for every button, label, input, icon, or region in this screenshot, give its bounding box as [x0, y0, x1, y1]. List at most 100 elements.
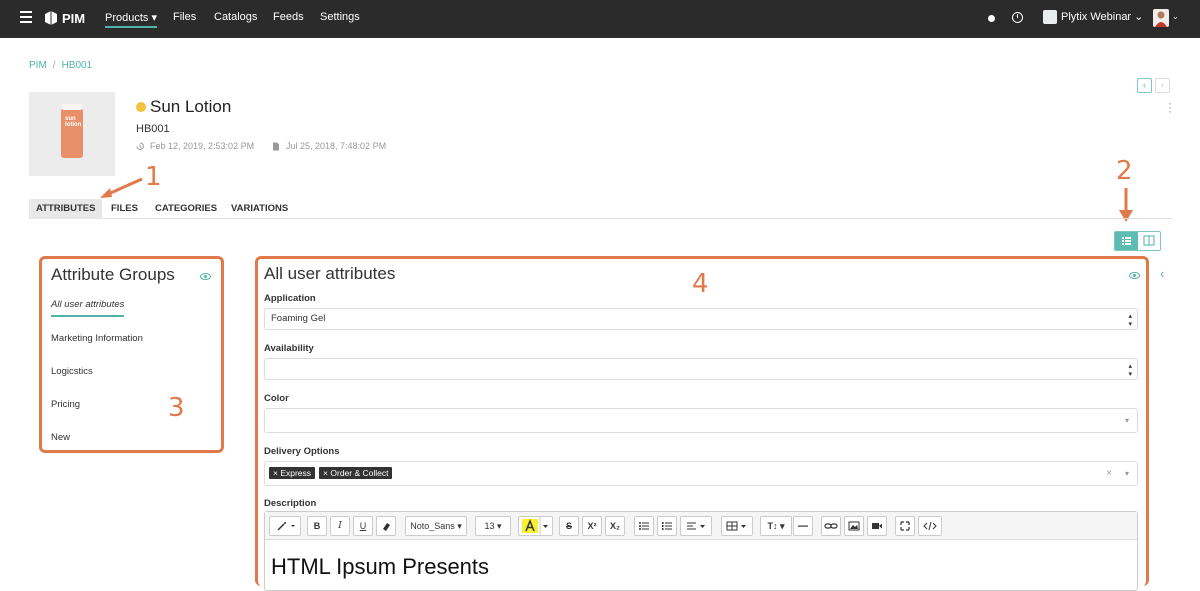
chevron-down-icon: ▾ [1124, 416, 1129, 425]
user-avatar-icon [1155, 11, 1167, 27]
split-view-icon [1143, 235, 1155, 246]
text-size-button[interactable]: T↕ ▾ [760, 516, 792, 536]
user-attributes-title: All user attributes [264, 264, 396, 283]
numbered-list-button[interactable] [657, 516, 677, 536]
application-value: Foaming Gel [271, 313, 326, 324]
description-content[interactable]: HTML Ipsum Presents [271, 554, 489, 580]
font-family-value: Noto_Sans [410, 521, 455, 531]
chevron-down-icon[interactable]: ⌄ [1172, 12, 1179, 21]
eye-icon[interactable] [1129, 272, 1140, 279]
nav-feeds[interactable]: Feeds [273, 11, 304, 23]
align-button[interactable] [680, 516, 712, 536]
code-view-button[interactable] [918, 516, 942, 536]
image-button[interactable] [844, 516, 864, 536]
list-view-button[interactable] [1115, 232, 1138, 250]
bold-button[interactable]: B [307, 516, 327, 536]
table-icon [726, 521, 746, 531]
application-select[interactable]: Foaming Gel ▴ ▾ [264, 308, 1138, 330]
font-family-select[interactable]: Noto_Sans ▾ [405, 516, 467, 536]
hamburger-menu-icon[interactable] [20, 11, 32, 25]
code-icon [923, 521, 937, 531]
tag-label: Order & Collect [330, 468, 389, 479]
breadcrumb-root[interactable]: PIM [29, 60, 47, 71]
video-button[interactable] [867, 516, 887, 536]
status-indicator [136, 102, 146, 112]
availability-label: Availability [264, 343, 314, 354]
previous-product-button[interactable]: ‹ [1137, 78, 1152, 93]
chevron-down-icon: ⌄ [1134, 11, 1144, 23]
group-item-pricing[interactable]: Pricing [51, 399, 80, 410]
annotation-1: 1 [145, 162, 162, 192]
app-name[interactable]: PIM [62, 11, 85, 26]
nav-files[interactable]: Files [173, 11, 196, 23]
account-switcher[interactable]: Plytix Webinar ⌄ [1043, 10, 1144, 25]
link-icon [824, 523, 838, 529]
strikethrough-button[interactable]: S [559, 516, 579, 536]
notification-dot-icon[interactable] [988, 15, 995, 22]
product-image[interactable]: sun lotion [29, 92, 115, 176]
bulleted-list-button[interactable] [634, 516, 654, 536]
description-label: Description [264, 498, 317, 509]
eye-icon[interactable] [200, 273, 211, 280]
next-product-button[interactable]: › [1155, 78, 1170, 93]
link-button[interactable] [821, 516, 841, 536]
color-select[interactable]: ▾ [264, 408, 1138, 433]
table-button[interactable] [721, 516, 753, 536]
tab-attributes[interactable]: ATTRIBUTES [29, 199, 103, 219]
availability-select[interactable]: ▴ ▾ [264, 358, 1138, 380]
highlight-color-button[interactable] [518, 516, 553, 536]
text-size-icon: T↕ [767, 521, 778, 531]
font-size-select[interactable]: 13 ▾ [475, 516, 511, 536]
eraser-icon [383, 523, 390, 531]
split-view-button[interactable] [1138, 232, 1160, 250]
annotation-3: 3 [168, 393, 185, 423]
fullscreen-button[interactable] [895, 516, 915, 536]
group-item-marketing-information[interactable]: Marketing Information [51, 333, 143, 344]
breadcrumb-current[interactable]: HB001 [62, 60, 93, 71]
video-icon [872, 523, 882, 529]
collapse-panel-icon[interactable]: ‹ [1160, 266, 1164, 281]
underline-button[interactable]: U [353, 516, 373, 536]
italic-button[interactable]: I [330, 516, 350, 536]
view-toggle [1114, 231, 1161, 251]
more-options-icon[interactable]: · · · [1168, 97, 1172, 117]
product-tabs: ATTRIBUTES FILES CATEGORIES VARIATIONS [29, 199, 1172, 219]
tag-label: Express [280, 468, 312, 479]
product-sku: HB001 [136, 123, 170, 135]
avatar[interactable] [1153, 9, 1169, 27]
tab-files[interactable]: FILES [111, 199, 138, 219]
horizontal-rule-button[interactable] [793, 516, 813, 536]
history-icon [136, 142, 144, 150]
nav-products[interactable]: Products ▾ [105, 11, 158, 28]
tab-categories[interactable]: CATEGORIES [155, 199, 217, 219]
lotion-cap-graphic [62, 104, 82, 110]
subscript-button[interactable]: X₂ [605, 516, 625, 536]
group-item-new[interactable]: New [51, 432, 70, 443]
nav-settings[interactable]: Settings [320, 11, 360, 23]
delivery-tag-express[interactable]: × Express [269, 467, 316, 480]
delivery-options-multiselect[interactable]: × Express × Order & Collect × ▾ [264, 461, 1138, 486]
group-item-logicstics[interactable]: Logicstics [51, 366, 93, 377]
eraser-button[interactable] [376, 516, 396, 536]
magic-wand-icon [277, 522, 295, 531]
tab-variations[interactable]: VARIATIONS [231, 199, 288, 219]
clock-icon[interactable] [1012, 12, 1023, 23]
bulleted-list-icon [639, 522, 649, 530]
delivery-tag-order-collect[interactable]: × Order & Collect [319, 467, 393, 480]
horizontal-rule-icon [798, 525, 808, 527]
breadcrumb-separator: / [52, 60, 56, 71]
clear-icon[interactable]: × [1106, 462, 1112, 485]
nav-catalogs[interactable]: Catalogs [214, 11, 257, 23]
list-view-icon [1122, 237, 1131, 245]
attribute-groups-title: Attribute Groups [51, 265, 175, 284]
nav-products-label: Products [105, 12, 149, 24]
annotation-2: 2 [1116, 156, 1133, 186]
font-size-value: 13 [484, 521, 495, 531]
file-icon [273, 142, 279, 151]
magic-wand-button[interactable] [269, 516, 301, 536]
superscript-button[interactable]: X² [582, 516, 602, 536]
description-editor[interactable]: B I U Noto_Sans ▾ 13 ▾ S X² X₂ T↕ ▾ HTML… [264, 511, 1138, 591]
annotation-arrow-1 [100, 177, 143, 198]
group-item-all-user-attributes[interactable]: All user attributes [51, 299, 125, 317]
attribute-groups-panel: Attribute Groups All user attributes Mar… [39, 256, 224, 453]
